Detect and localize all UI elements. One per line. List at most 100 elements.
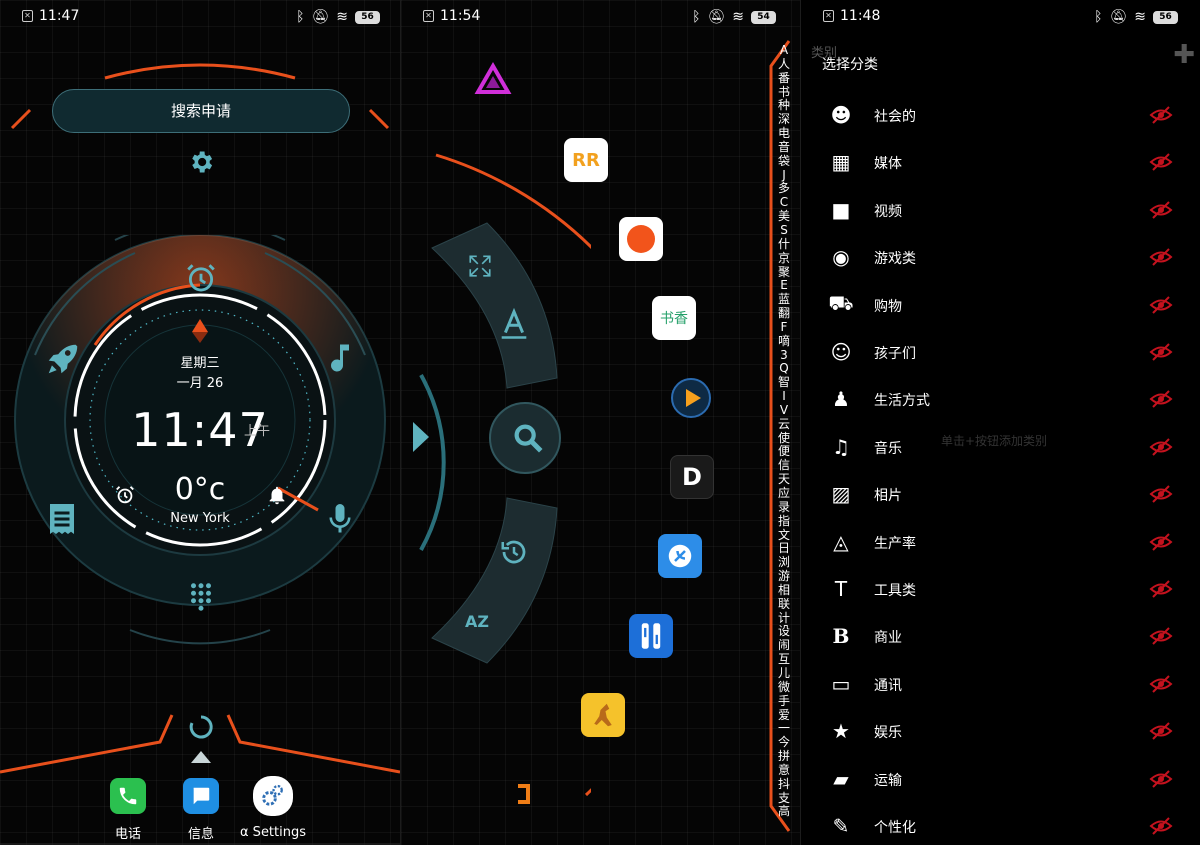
alphabet-letter[interactable]: 天 — [771, 472, 797, 487]
history-icon[interactable] — [499, 537, 529, 567]
satellite-app-icon[interactable] — [658, 534, 702, 578]
eye-off-icon[interactable] — [1149, 294, 1173, 316]
alphabet-letter[interactable]: 蓝 — [771, 292, 797, 307]
alphabet-letter[interactable]: 高 — [771, 805, 797, 819]
alphabet-letter[interactable]: 云 — [771, 417, 797, 432]
eye-off-icon[interactable] — [1149, 768, 1173, 790]
eye-off-icon[interactable] — [1149, 151, 1173, 173]
alphabet-letter[interactable]: 微 — [771, 680, 797, 695]
alphabet-letter[interactable]: 京 — [771, 251, 797, 266]
alphabet-letter[interactable]: 计 — [771, 611, 797, 626]
alphabet-letter[interactable]: 拼 — [771, 749, 797, 764]
category-row[interactable]: ★ 娱乐 — [801, 707, 1200, 754]
eye-off-icon[interactable] — [1149, 483, 1173, 505]
orange-app-icon[interactable] — [619, 217, 663, 261]
alphabet-letter[interactable]: 3 — [771, 348, 797, 363]
chevron-up-icon[interactable] — [191, 751, 211, 763]
alphabet-letter[interactable]: 抖 — [771, 777, 797, 792]
alphabet-letter[interactable]: 多 — [771, 182, 797, 196]
alphabet-letter[interactable]: 智 — [771, 375, 797, 390]
alphabet-letter[interactable]: J — [771, 168, 797, 183]
eye-off-icon[interactable] — [1149, 104, 1173, 126]
eye-off-icon[interactable] — [1149, 436, 1173, 458]
font-icon[interactable] — [499, 308, 529, 340]
category-row[interactable]: ☺ 孩子们 — [801, 328, 1200, 375]
alphabet-letter[interactable]: A — [771, 43, 797, 58]
alphabet-letter[interactable]: S — [771, 223, 797, 238]
dialpad-icon[interactable] — [186, 582, 216, 612]
chevron-right-icon[interactable] — [411, 420, 431, 454]
alphabet-letter[interactable]: 深 — [771, 112, 797, 127]
alphabet-letter[interactable]: 便 — [771, 445, 797, 459]
alphabet-letter[interactable]: 儿 — [771, 666, 797, 681]
alphabet-letter[interactable]: 游 — [771, 569, 797, 584]
eye-off-icon[interactable] — [1149, 531, 1173, 553]
alphabet-letter[interactable]: 日 — [771, 542, 797, 556]
category-row[interactable]: ■ 视频 — [801, 186, 1200, 233]
category-row[interactable]: ☻ 社会的 — [801, 91, 1200, 138]
alphabet-letter[interactable]: 信 — [771, 458, 797, 473]
alphabet-letter[interactable]: 种 — [771, 99, 797, 113]
expand-icon[interactable] — [467, 253, 493, 279]
eye-off-icon[interactable] — [1149, 720, 1173, 742]
video-play-icon[interactable] — [669, 376, 713, 420]
category-row[interactable]: ✎ 个性化 — [801, 802, 1200, 845]
refresh-icon[interactable] — [188, 714, 214, 740]
category-row[interactable]: ◬ 生产率 — [801, 518, 1200, 565]
kangaroo-app-icon[interactable] — [581, 693, 625, 737]
category-row[interactable]: T 工具类 — [801, 565, 1200, 612]
alphabet-letter[interactable]: 美 — [771, 209, 797, 224]
alphabet-letter[interactable]: F — [771, 320, 797, 335]
tuner-app-icon[interactable] — [629, 614, 673, 658]
alphabet-letter[interactable]: 闹 — [771, 638, 797, 653]
alphabet-letter[interactable]: 相 — [771, 583, 797, 598]
alphabet-letter[interactable]: 指 — [771, 514, 797, 529]
category-row[interactable]: ♟ 生活方式 — [801, 375, 1200, 422]
launcher-logo-icon[interactable] — [471, 58, 515, 102]
search-apps-button[interactable]: 搜索申请 — [52, 89, 350, 133]
eye-off-icon[interactable] — [1149, 815, 1173, 837]
alphabet-letter[interactable]: E — [771, 278, 797, 293]
dock-app-phone[interactable]: 电话 — [88, 778, 168, 842]
rr-app-icon[interactable]: RR — [564, 138, 608, 182]
d-app-icon[interactable]: D — [670, 455, 714, 499]
eye-off-icon[interactable] — [1149, 388, 1173, 410]
alphabet-letter[interactable]: 音 — [771, 140, 797, 155]
alphabet-letter[interactable]: 袋 — [771, 154, 797, 169]
book-app-icon[interactable]: 书香 — [652, 296, 696, 340]
search-icon[interactable] — [511, 421, 545, 455]
alphabet-letter[interactable]: 使 — [771, 431, 797, 446]
alphabet-letter[interactable]: 翻 — [771, 306, 797, 321]
alphabet-letter[interactable]: 什 — [771, 237, 797, 252]
eye-off-icon[interactable] — [1149, 246, 1173, 268]
alphabet-letter[interactable]: 联 — [771, 597, 797, 612]
alphabet-letter[interactable]: 录 — [771, 500, 797, 515]
alphabet-letter[interactable]: I — [771, 389, 797, 404]
alphabet-letter[interactable]: 人 — [771, 57, 797, 72]
alphabet-letter[interactable]: 爱 — [771, 708, 797, 723]
alphabet-letter[interactable]: 手 — [771, 694, 797, 709]
alphabet-letter[interactable]: 聚 — [771, 265, 797, 280]
alphabet-letter[interactable]: 番 — [771, 71, 797, 86]
alphabet-letter[interactable]: 互 — [771, 652, 797, 667]
alphabet-letter[interactable]: 设 — [771, 625, 797, 639]
dock-app-settings[interactable]: α Settings — [233, 776, 313, 840]
alphabet-letter[interactable]: 文 — [771, 528, 797, 543]
alphabet-index[interactable]: A人番书种深电音袋J多C美S什京聚E蓝翻F嘀3Q智IV云使便信天应录指文日浏游相… — [771, 43, 797, 819]
category-row[interactable]: ♫ 音乐 — [801, 423, 1200, 470]
add-category-button[interactable]: ✚ — [1173, 40, 1195, 70]
alphabet-letter[interactable]: C — [771, 195, 797, 210]
category-row[interactable]: ▭ 通讯 — [801, 660, 1200, 707]
category-row[interactable]: ⛟ 购物 — [801, 281, 1200, 328]
alphabet-letter[interactable]: 嘀 — [771, 334, 797, 349]
eye-off-icon[interactable] — [1149, 341, 1173, 363]
eye-off-icon[interactable] — [1149, 199, 1173, 221]
category-row[interactable]: ▨ 相片 — [801, 470, 1200, 517]
eye-off-icon[interactable] — [1149, 578, 1173, 600]
alarm-clock-icon[interactable] — [184, 261, 218, 295]
dock-app-messages[interactable]: 信息 — [161, 778, 241, 842]
category-row[interactable]: B 商业 — [801, 612, 1200, 659]
alphabet-letter[interactable]: 应 — [771, 486, 797, 501]
gear-icon[interactable] — [187, 148, 215, 176]
eye-off-icon[interactable] — [1149, 625, 1173, 647]
